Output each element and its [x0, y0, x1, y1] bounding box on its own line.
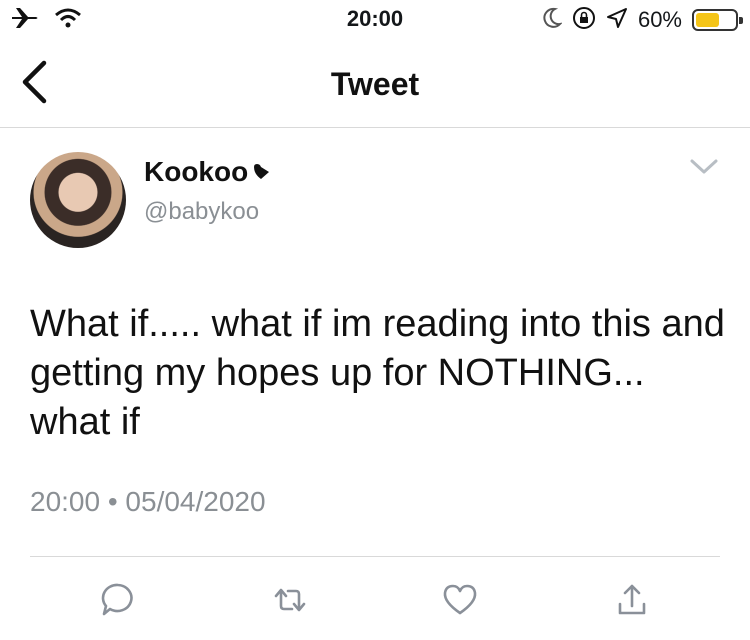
reply-button[interactable]	[94, 578, 142, 626]
author-name: Kookoo	[144, 156, 249, 187]
like-button[interactable]	[436, 578, 484, 626]
retweet-icon	[270, 580, 310, 625]
heart-emoji-icon	[252, 156, 270, 188]
chevron-down-icon	[689, 158, 719, 181]
location-icon	[606, 7, 628, 34]
orientation-lock-icon	[572, 6, 596, 35]
battery-tip	[739, 17, 743, 24]
battery-percent: 60%	[637, 7, 682, 32]
tweet-text: What if..... what if im reading into thi…	[30, 303, 725, 443]
more-options-button[interactable]	[686, 154, 722, 184]
divider	[30, 556, 720, 557]
like-icon	[440, 580, 480, 625]
retweet-button[interactable]	[266, 578, 314, 626]
share-button[interactable]	[608, 578, 656, 626]
nav-header: Tweet	[0, 40, 750, 128]
avatar[interactable]	[30, 152, 126, 248]
status-bar: 20:00 60%	[0, 0, 750, 40]
tweet-timestamp: 20:00 • 05/04/2020	[30, 486, 266, 517]
author-name-row[interactable]: Kookoo	[144, 156, 270, 188]
tweet-actions	[0, 578, 750, 626]
author-handle[interactable]: @babykoo	[144, 198, 259, 226]
reply-icon	[98, 580, 138, 625]
status-right: 60%	[542, 6, 743, 35]
share-icon	[612, 580, 652, 625]
battery-fill	[696, 13, 719, 27]
battery-icon	[692, 9, 743, 31]
page-title: Tweet	[330, 66, 420, 102]
moon-icon	[542, 7, 563, 34]
